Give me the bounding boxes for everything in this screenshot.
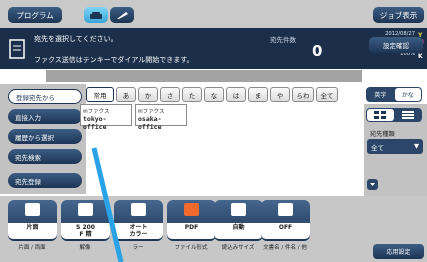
pointer-line: [91, 147, 124, 262]
